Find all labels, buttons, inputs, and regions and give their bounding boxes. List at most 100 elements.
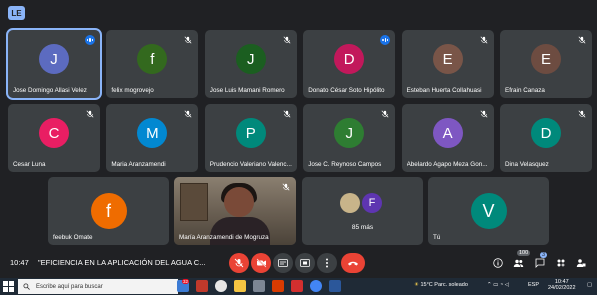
more-vert-icon [326, 258, 328, 268]
avatar: J [334, 118, 365, 148]
participant-tile[interactable]: E Esteban Huerta Collahuasi [401, 30, 494, 98]
avatar: M [137, 118, 168, 148]
taskbar-search-box[interactable]: Escribe aquí para buscar [18, 279, 178, 294]
camera-toggle-button[interactable] [251, 253, 271, 273]
participant-name: Efrain Canaza [505, 87, 545, 94]
people-count-badge: 100 [517, 250, 531, 256]
participant-name: Cesar Luna [13, 161, 46, 168]
participant-tile[interactable]: C Cesar Luna [8, 104, 100, 172]
system-tray-icons[interactable]: ⌃ ▭ ◔ ◁ [487, 282, 509, 288]
weather-widget[interactable]: ☀ 15°C Parc. soleado [414, 282, 468, 288]
participant-tile-video[interactable]: María Aranzamendi de Mogruza [174, 177, 296, 245]
chat-button[interactable] [534, 257, 546, 269]
host-controls-button[interactable] [575, 257, 587, 269]
participant-tile[interactable]: f felix mogrovejo [106, 30, 199, 98]
participant-name: Jose Domingo Allasi Velez [13, 87, 87, 94]
mic-off-icon [282, 35, 292, 45]
system-clock[interactable]: 10:47 24/02/2022 [548, 279, 576, 291]
mic-off-icon [281, 182, 291, 192]
participant-tile[interactable]: J Jose C. Reynoso Campos [303, 104, 396, 172]
avatar: A [432, 118, 463, 148]
info-icon [493, 258, 503, 268]
captions-button[interactable] [273, 253, 293, 273]
participant-name: Abelardo Agapo Meza Gon... [406, 161, 488, 168]
participant-tile[interactable]: E Efrain Canaza [500, 30, 592, 98]
window-badge[interactable]: LE [8, 6, 25, 20]
avatar: C [39, 118, 69, 148]
participant-name: Esteban Huerta Collahuasi [406, 87, 482, 94]
participant-tile[interactable]: A Abelardo Agapo Meza Gon... [401, 104, 494, 172]
avatar: f [137, 44, 168, 74]
mic-off-icon [234, 258, 244, 268]
participant-tile[interactable]: M Maria Aranzamendi [106, 104, 199, 172]
sun-cloud-icon: ☀ [414, 282, 419, 288]
participant-name: Jose Luis Mamani Romero [209, 87, 285, 94]
self-name: Tú [433, 234, 441, 241]
windows-start-icon[interactable] [3, 281, 14, 292]
avatar: E [432, 44, 463, 74]
participant-name: Jose C. Reynoso Campos [308, 161, 382, 168]
activities-button[interactable] [555, 257, 567, 269]
chrome-app-icon[interactable] [215, 280, 227, 292]
background-shelf [180, 183, 208, 221]
participant-name: María Aranzamendi de Mogruza [179, 234, 269, 241]
language-indicator[interactable]: ESP [528, 282, 539, 288]
speaking-indicator-icon [380, 35, 391, 45]
mic-off-icon [577, 109, 587, 119]
meeting-controls-bar: 10:47 "EFICIENCIA EN LA APLICACIÓN DEL A… [0, 250, 597, 278]
notifications-icon[interactable]: ▢ [587, 282, 592, 288]
participant-name: Prudencio Valeriano Valenc... [209, 161, 292, 168]
avatar: f [90, 193, 127, 229]
taskbar-app-icon[interactable] [253, 280, 265, 292]
leave-call-button[interactable] [341, 253, 365, 273]
pdf-app-icon[interactable] [291, 280, 303, 292]
word-icon[interactable] [329, 280, 341, 292]
search-placeholder: Escribe aquí para buscar [36, 283, 103, 290]
mic-off-icon [85, 109, 95, 119]
mic-off-icon [479, 35, 489, 45]
windows-taskbar: Escribe aquí para buscar 32 ☀ 15°C Parc.… [0, 278, 597, 295]
search-icon [23, 283, 30, 290]
others-tile[interactable]: F 85 más [302, 177, 423, 245]
mic-off-icon [380, 109, 390, 119]
participant-thumbnail: F [362, 193, 382, 213]
end-call-icon [348, 261, 358, 266]
avatar: J [235, 44, 266, 74]
more-options-button[interactable] [317, 253, 337, 273]
mic-off-icon [577, 35, 587, 45]
activities-icon [557, 259, 565, 267]
mic-toggle-button[interactable] [229, 253, 249, 273]
others-count: 85 más [351, 224, 374, 231]
people-button[interactable] [512, 257, 524, 269]
present-screen-icon [300, 259, 310, 267]
meeting-info-button[interactable] [492, 257, 504, 269]
meeting-title: "EFICIENCIA EN LA APLICACIÓN DEL AGUA C.… [38, 258, 206, 267]
lock-person-icon [576, 259, 586, 267]
avatar: D [334, 44, 365, 74]
browser-icon[interactable] [310, 280, 322, 292]
avatar: D [531, 118, 561, 148]
chat-icon [535, 258, 545, 268]
taskbar-app-icon[interactable] [196, 280, 208, 292]
file-explorer-icon[interactable] [234, 280, 246, 292]
participant-tile[interactable]: D Donato César Soto Hipólito [303, 30, 396, 98]
participant-name: Donato César Soto Hipólito [308, 87, 385, 94]
avatar: V [470, 193, 507, 229]
avatar: J [39, 44, 69, 74]
mic-off-icon [282, 109, 292, 119]
participant-tile[interactable]: P Prudencio Valeriano Valenc... [204, 104, 297, 172]
participant-name: feebuk Omate [53, 234, 93, 241]
participant-tile[interactable]: J Jose Domingo Allasi Velez [6, 28, 102, 100]
powerpoint-icon[interactable] [272, 280, 284, 292]
mic-off-icon [183, 35, 193, 45]
present-button[interactable] [295, 253, 315, 273]
participant-tile[interactable]: J Jose Luis Mamani Romero [204, 30, 297, 98]
participant-tile-feebuk[interactable]: f feebuk Omate [48, 177, 169, 245]
people-icon [513, 259, 523, 267]
chat-count-badge: 3 [540, 252, 548, 258]
participant-tile[interactable]: D Dina Velasquez [500, 104, 592, 172]
participant-thumbnail [340, 193, 360, 213]
participant-name: Dina Velasquez [505, 161, 549, 168]
avatar: P [235, 118, 266, 148]
self-tile[interactable]: V Tú [428, 177, 549, 245]
